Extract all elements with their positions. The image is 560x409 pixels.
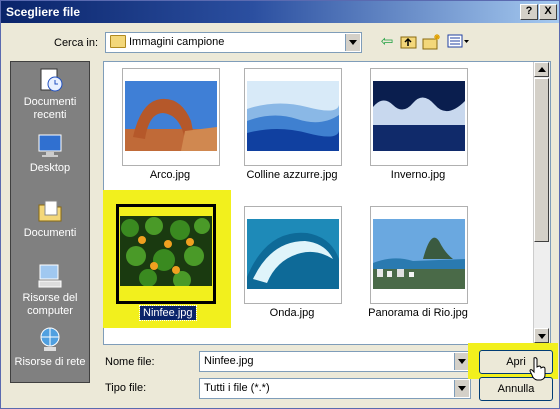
open-file-dialog: Scegliere file ? X Cerca in: Immagini ca… (0, 0, 560, 409)
rio-panorama-thumbnail (373, 219, 465, 289)
filename-value: Ninfee.jpg (204, 355, 254, 367)
place-desktop[interactable]: Desktop (11, 132, 89, 175)
winter-thumbnail (373, 81, 465, 151)
look-in-value: Immagini campione (129, 36, 225, 48)
file-name: Arco.jpg (149, 169, 191, 181)
place-label: Risorse di rete (14, 356, 86, 368)
scroll-thumb[interactable] (534, 78, 549, 242)
arch-thumbnail (125, 81, 217, 151)
my-computer-icon (35, 262, 65, 290)
thumbnail-frame (244, 68, 342, 166)
file-name: Panorama di Rio.jpg (368, 307, 468, 319)
hand-cursor-icon (529, 357, 546, 381)
vertical-scrollbar[interactable] (533, 62, 550, 344)
thumbnail-frame (122, 68, 220, 166)
filetype-value: Tutti i file (*.*) (204, 382, 270, 394)
new-folder-icon[interactable] (422, 33, 442, 51)
filename-dropdown-button[interactable] (454, 353, 469, 370)
desktop-icon (35, 132, 65, 160)
place-label: Documenti recenti (23, 96, 77, 121)
recent-documents-icon (35, 66, 65, 94)
filetype-dropdown-button[interactable] (454, 380, 469, 397)
water-lilies-thumbnail (120, 216, 212, 286)
look-in-dropdown-button[interactable] (345, 34, 360, 51)
up-folder-icon[interactable] (399, 33, 419, 51)
network-icon (35, 326, 65, 354)
places-bar: Documenti recenti Desktop Documenti Riso… (10, 61, 90, 383)
filetype-select[interactable]: Tutti i file (*.*) (199, 378, 471, 399)
filetype-label: Tipo file: (105, 382, 147, 394)
place-label: Documenti (23, 227, 77, 239)
place-documents[interactable]: Documenti (11, 197, 89, 240)
back-arrow-icon[interactable]: ⇦ (377, 33, 397, 51)
window-title: Scegliere file (6, 5, 81, 19)
place-label: Desktop (29, 162, 71, 174)
scroll-up-button[interactable] (534, 62, 549, 77)
look-in-combo[interactable]: Immagini campione (105, 32, 362, 53)
place-my-computer[interactable]: Risorse del computer (11, 262, 89, 318)
file-item-ninfee[interactable] (116, 204, 216, 304)
thumbnail-frame (370, 206, 468, 304)
help-button[interactable]: ? (520, 4, 538, 20)
filename-label: Nome file: (105, 356, 155, 368)
look-in-label: Cerca in: (54, 37, 99, 49)
scroll-down-button[interactable] (534, 328, 549, 343)
thumbnail-frame (370, 68, 468, 166)
title-bar[interactable]: Scegliere file ? X (1, 1, 559, 23)
place-label: Risorse del computer (22, 292, 78, 317)
folder-icon (110, 35, 126, 48)
selected-file-name: Ninfee.jpg (139, 305, 197, 321)
blue-hills-thumbnail (247, 81, 339, 151)
place-recent-documents[interactable]: Documenti recenti (11, 66, 89, 122)
view-menu-icon[interactable] (447, 33, 471, 51)
place-network[interactable]: Risorse di rete (11, 326, 89, 369)
file-name: Onda.jpg (269, 307, 315, 319)
file-name: Inverno.jpg (390, 169, 446, 181)
file-name: Colline azzurre.jpg (246, 169, 338, 181)
close-button[interactable]: X (539, 4, 557, 20)
documents-folder-icon (35, 197, 65, 225)
wave-thumbnail (247, 219, 339, 289)
filename-field[interactable]: Ninfee.jpg (199, 351, 471, 372)
thumbnail-frame (244, 206, 342, 304)
